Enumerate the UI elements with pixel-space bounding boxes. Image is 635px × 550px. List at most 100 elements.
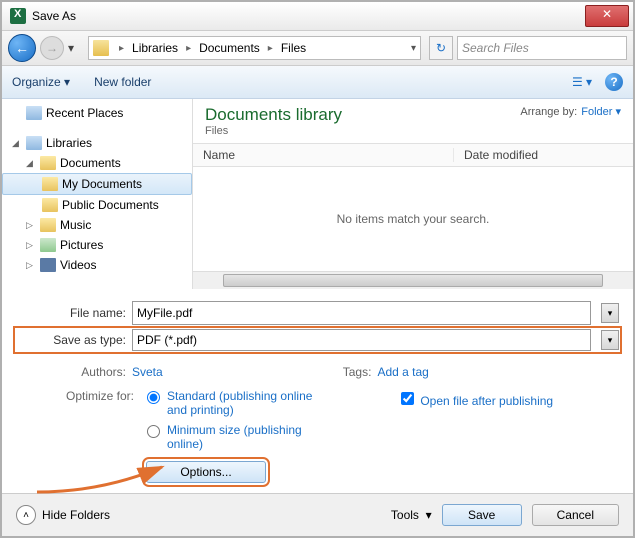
expand-icon[interactable]: ▷ bbox=[26, 240, 36, 251]
videos-icon bbox=[40, 258, 56, 272]
sidebar-public-documents[interactable]: Public Documents bbox=[2, 195, 192, 215]
new-folder-button[interactable]: New folder bbox=[94, 75, 151, 89]
chevron-right-icon[interactable]: ▸ bbox=[115, 43, 128, 54]
recent-icon bbox=[26, 106, 42, 120]
close-button[interactable]: ✕ bbox=[585, 5, 629, 27]
checkbox-label: Open file after publishing bbox=[420, 394, 553, 408]
sidebar-item-label: Recent Places bbox=[46, 106, 123, 120]
sidebar: Recent Places ◢ Libraries ◢ Documents My D… bbox=[2, 99, 193, 289]
horizontal-scrollbar[interactable] bbox=[193, 271, 633, 289]
folder-icon bbox=[42, 198, 58, 212]
sidebar-item-label: Videos bbox=[60, 258, 96, 272]
filename-dropdown[interactable]: ▾ bbox=[601, 303, 619, 323]
column-header-row: Name Date modified bbox=[193, 143, 633, 167]
sidebar-videos[interactable]: ▷ Videos bbox=[2, 255, 192, 275]
sidebar-item-label: Music bbox=[60, 218, 91, 232]
optimize-standard-radio[interactable]: Standard (publishing online and printing… bbox=[142, 389, 317, 417]
dialog-body: Recent Places ◢ Libraries ◢ Documents My D… bbox=[2, 99, 633, 289]
open-after-checkbox[interactable]: Open file after publishing bbox=[397, 394, 553, 408]
radio-label: Minimum size (publishing online) bbox=[167, 423, 317, 451]
savetype-label: Save as type: bbox=[16, 333, 126, 347]
folder-icon bbox=[93, 40, 109, 56]
folder-icon bbox=[42, 177, 58, 191]
sidebar-my-documents[interactable]: My Documents bbox=[2, 173, 192, 195]
sidebar-recent-places[interactable]: Recent Places bbox=[2, 103, 192, 123]
form-area: File name: ▾ Save as type: PDF (*.pdf) ▾ bbox=[2, 289, 633, 359]
savetype-value: PDF (*.pdf) bbox=[137, 333, 197, 347]
expand-icon[interactable]: ▷ bbox=[26, 260, 36, 271]
nav-forward-button: → bbox=[40, 36, 64, 60]
radio-label: Standard (publishing online and printing… bbox=[167, 389, 317, 417]
breadcrumb-files[interactable]: Files bbox=[279, 41, 308, 55]
sidebar-item-label: Pictures bbox=[60, 238, 103, 252]
sidebar-item-label: Documents bbox=[60, 156, 121, 170]
metadata-row: Authors: Sveta Tags: Add a tag bbox=[2, 359, 633, 385]
optimize-label: Optimize for: bbox=[16, 389, 134, 451]
save-button[interactable]: Save bbox=[442, 504, 522, 526]
titlebar: Save As ✕ bbox=[2, 2, 633, 31]
libraries-icon bbox=[26, 136, 42, 150]
footer: ˄ Hide Folders Tools ▾ Save Cancel bbox=[2, 493, 633, 536]
authors-value[interactable]: Sveta bbox=[132, 365, 163, 379]
file-list: No items match your search. bbox=[193, 167, 633, 271]
empty-message: No items match your search. bbox=[337, 212, 490, 226]
window-title: Save As bbox=[32, 9, 585, 23]
view-options-button[interactable]: ☰ ▾ bbox=[567, 71, 597, 93]
library-subtitle: Files bbox=[205, 125, 342, 137]
breadcrumb-libraries[interactable]: Libraries bbox=[130, 41, 180, 55]
toolbar: Organize ▾ New folder ☰ ▾ ? bbox=[2, 66, 633, 99]
library-title: Documents library bbox=[205, 105, 342, 125]
main-panel: Documents library Files Arrange by: Fold… bbox=[193, 99, 633, 289]
help-icon[interactable]: ? bbox=[605, 73, 623, 91]
sidebar-pictures[interactable]: ▷ Pictures bbox=[2, 235, 192, 255]
music-icon bbox=[40, 218, 56, 232]
radio-input[interactable] bbox=[147, 391, 160, 404]
savetype-dropdown[interactable]: ▾ bbox=[601, 330, 619, 350]
chevron-down-icon[interactable]: ▾ bbox=[411, 43, 416, 54]
chevron-right-icon[interactable]: ▸ bbox=[182, 43, 195, 54]
options-button[interactable]: Options... bbox=[146, 461, 266, 483]
save-as-dialog: Save As ✕ ← → ▾ ▸ Libraries ▸ Documents … bbox=[0, 0, 635, 538]
organize-menu[interactable]: Organize ▾ bbox=[12, 75, 70, 89]
sidebar-item-label: Libraries bbox=[46, 136, 92, 150]
breadcrumb-documents[interactable]: Documents bbox=[197, 41, 262, 55]
arrange-by: Arrange by: Folder ▾ bbox=[520, 105, 621, 118]
tags-value[interactable]: Add a tag bbox=[377, 365, 428, 379]
search-input[interactable]: Search Files bbox=[457, 36, 627, 60]
hide-folders-button[interactable]: ˄ Hide Folders bbox=[16, 505, 110, 525]
documents-icon bbox=[40, 156, 56, 170]
sidebar-item-label: My Documents bbox=[62, 177, 142, 191]
pictures-icon bbox=[40, 238, 56, 252]
refresh-button[interactable]: ↻ bbox=[429, 36, 453, 60]
breadcrumb[interactable]: ▸ Libraries ▸ Documents ▸ Files ▾ bbox=[88, 36, 421, 60]
column-name[interactable]: Name bbox=[193, 148, 454, 162]
library-header: Documents library Files Arrange by: Fold… bbox=[193, 99, 633, 143]
column-date-modified[interactable]: Date modified bbox=[454, 148, 633, 162]
tags-label: Tags: bbox=[311, 365, 371, 379]
collapse-icon[interactable]: ◢ bbox=[26, 158, 36, 169]
tools-menu[interactable]: Tools ▾ bbox=[391, 508, 432, 522]
hide-folders-label: Hide Folders bbox=[42, 508, 110, 522]
sidebar-item-label: Public Documents bbox=[62, 198, 159, 212]
sidebar-libraries[interactable]: ◢ Libraries bbox=[2, 133, 192, 153]
sidebar-music[interactable]: ▷ Music bbox=[2, 215, 192, 235]
options-row: Options... bbox=[2, 455, 633, 493]
optimize-row: Optimize for: Standard (publishing onlin… bbox=[2, 385, 633, 455]
cancel-button[interactable]: Cancel bbox=[532, 504, 619, 526]
filename-label: File name: bbox=[16, 306, 126, 320]
excel-icon bbox=[10, 8, 26, 24]
chevron-up-icon: ˄ bbox=[16, 505, 36, 525]
radio-input[interactable] bbox=[147, 425, 160, 438]
savetype-combo[interactable]: PDF (*.pdf) bbox=[132, 329, 591, 351]
arrange-label: Arrange by: bbox=[520, 106, 577, 118]
filename-input[interactable] bbox=[132, 301, 591, 325]
expand-icon[interactable]: ▷ bbox=[26, 220, 36, 231]
nav-history-dropdown[interactable]: ▾ bbox=[68, 41, 80, 55]
arrange-value[interactable]: Folder ▾ bbox=[581, 105, 621, 118]
nav-back-button[interactable]: ← bbox=[8, 34, 36, 62]
optimize-minimum-radio[interactable]: Minimum size (publishing online) bbox=[142, 423, 317, 451]
sidebar-documents[interactable]: ◢ Documents bbox=[2, 153, 192, 173]
checkbox-input[interactable] bbox=[401, 392, 414, 405]
chevron-right-icon[interactable]: ▸ bbox=[264, 43, 277, 54]
collapse-icon[interactable]: ◢ bbox=[12, 138, 22, 149]
